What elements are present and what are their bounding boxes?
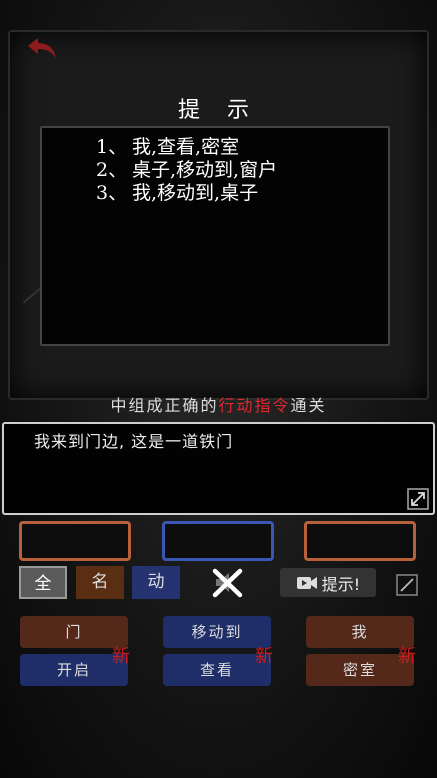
- instruction-after: 通关: [290, 396, 327, 415]
- collapse-icon[interactable]: [396, 574, 418, 596]
- new-badge: 新: [112, 646, 130, 667]
- hint-list: 1、 我,查看,密室 2、 桌子,移动到,窗户 3、 我,移动到,桌子: [96, 136, 277, 205]
- video-camera-icon: [296, 576, 317, 589]
- hint-title: 提 示: [178, 98, 259, 123]
- hint-item-number: 1、: [96, 136, 128, 158]
- hint-button[interactable]: 提示!: [280, 568, 376, 597]
- instruction-text: 中组成正确的行动指令通关: [0, 392, 437, 416]
- sound-off-icon[interactable]: [210, 566, 246, 599]
- instruction-before: 中组成正确的: [110, 396, 219, 415]
- hint-item: 1、 我,查看,密室: [96, 136, 277, 159]
- filter-tab-noun[interactable]: 名: [76, 566, 124, 599]
- filter-tab-verb[interactable]: 动: [132, 566, 180, 599]
- filter-row: 全 名 动 提示!: [0, 566, 437, 600]
- new-badge: 新: [255, 646, 273, 667]
- hint-item: 2、 桌子,移动到,窗户: [96, 159, 277, 182]
- hint-item-number: 3、: [96, 182, 128, 204]
- instruction-highlight: 行动指令: [218, 396, 291, 415]
- hint-board: 1、 我,查看,密室 2、 桌子,移动到,窗户 3、 我,移动到,桌子: [40, 126, 390, 346]
- back-arrow-icon[interactable]: [24, 34, 60, 62]
- hint-button-label: 提示!: [321, 574, 361, 594]
- hint-item: 3、 我,移动到,桌子: [96, 182, 277, 205]
- command-slot-noun[interactable]: [19, 521, 131, 561]
- hint-item-number: 2、: [96, 159, 128, 181]
- filter-tab-all[interactable]: 全: [19, 566, 67, 599]
- message-box: 我来到门边, 这是一道铁门: [2, 422, 435, 515]
- hint-item-text: 我,移动到,桌子: [132, 182, 259, 204]
- command-slot-verb[interactable]: [162, 521, 274, 561]
- hint-item-text: 我,查看,密室: [132, 136, 240, 158]
- message-text: 我来到门边, 这是一道铁门: [34, 432, 234, 451]
- hint-item-text: 桌子,移动到,窗户: [132, 159, 278, 181]
- expand-icon[interactable]: [407, 488, 429, 510]
- command-slot-noun[interactable]: [304, 521, 416, 561]
- new-badge: 新: [398, 646, 416, 667]
